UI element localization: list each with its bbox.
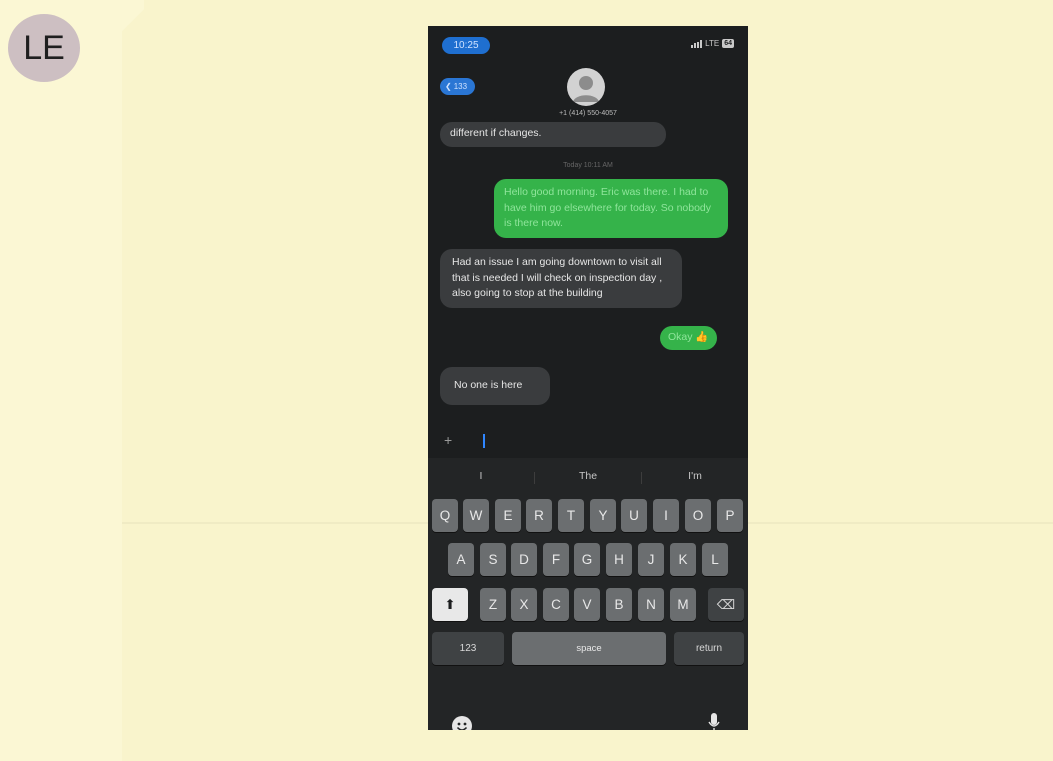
key-t[interactable]: T: [558, 499, 584, 532]
predictive-text-bar: I The I'm: [428, 464, 748, 490]
key-b[interactable]: B: [606, 588, 632, 621]
phone-screenshot: 10:25 LTE 64 ❮ 133 +1 (414) 550-4057 dif…: [428, 26, 748, 730]
key-m[interactable]: M: [670, 588, 696, 621]
back-count: 133: [453, 82, 468, 91]
key-e[interactable]: E: [495, 499, 521, 532]
battery-icon: 64: [722, 39, 734, 48]
back-button[interactable]: ❮ 133: [440, 78, 476, 95]
message-thread[interactable]: different if changes. Today 10:11 AM Hel…: [428, 122, 748, 440]
key-y[interactable]: Y: [590, 499, 616, 532]
message-bubble-outgoing[interactable]: Okay 👍: [660, 326, 717, 350]
numbers-key[interactable]: 123: [432, 632, 504, 665]
message-bubble-incoming[interactable]: Had an issue I am going downtown to visi…: [440, 249, 682, 308]
key-c[interactable]: C: [543, 588, 569, 621]
message-timestamp: Today 10:11 AM: [563, 162, 613, 169]
exhibit-badge: LE: [8, 14, 80, 82]
signal-icon: [691, 39, 703, 48]
key-x[interactable]: X: [511, 588, 537, 621]
key-u[interactable]: U: [621, 499, 647, 532]
key-v[interactable]: V: [574, 588, 600, 621]
shift-icon: ⬆: [444, 596, 456, 612]
contact-number[interactable]: +1 (414) 550-4057: [428, 110, 748, 117]
message-input[interactable]: [483, 434, 485, 448]
contact-avatar[interactable]: [567, 68, 605, 106]
microphone-icon[interactable]: [708, 712, 720, 730]
message-bubble-incoming[interactable]: different if changes.: [440, 122, 666, 147]
key-f[interactable]: F: [543, 543, 569, 576]
key-s[interactable]: S: [480, 543, 506, 576]
plus-icon[interactable]: +: [444, 432, 452, 448]
key-h[interactable]: H: [606, 543, 632, 576]
shift-key[interactable]: ⬆: [432, 588, 468, 621]
key-k[interactable]: K: [670, 543, 696, 576]
network-label: LTE: [705, 39, 720, 48]
key-d[interactable]: D: [511, 543, 537, 576]
key-n[interactable]: N: [638, 588, 664, 621]
key-l[interactable]: L: [702, 543, 728, 576]
key-i[interactable]: I: [653, 499, 679, 532]
key-g[interactable]: G: [574, 543, 600, 576]
suggestion[interactable]: I: [428, 470, 534, 482]
key-r[interactable]: R: [526, 499, 552, 532]
chevron-left-icon: ❮: [445, 82, 452, 91]
delete-key[interactable]: ⌫: [708, 588, 744, 621]
key-j[interactable]: J: [638, 543, 664, 576]
backspace-icon: ⌫: [716, 596, 736, 612]
key-q[interactable]: Q: [432, 499, 458, 532]
key-a[interactable]: A: [448, 543, 474, 576]
return-key[interactable]: return: [674, 632, 744, 665]
space-bar[interactable]: space: [512, 632, 666, 665]
status-time[interactable]: 10:25: [442, 37, 490, 54]
status-icons: LTE 64: [691, 39, 734, 48]
key-w[interactable]: W: [463, 499, 489, 532]
key-p[interactable]: P: [717, 499, 743, 532]
message-bubble-outgoing[interactable]: Hello good morning. Eric was there. I ha…: [494, 179, 728, 238]
status-bar: 10:25 LTE 64: [428, 26, 748, 66]
person-icon: [573, 76, 599, 102]
suggestion[interactable]: I'm: [642, 470, 748, 482]
keyboard: I The I'm Q W E R T Y U I O P A S D F G …: [428, 458, 748, 730]
compose-bar[interactable]: +: [428, 430, 748, 456]
suggestion[interactable]: The: [535, 470, 641, 482]
key-z[interactable]: Z: [480, 588, 506, 621]
emoji-icon[interactable]: [452, 716, 472, 730]
smiley-face-icon: [456, 722, 468, 730]
key-o[interactable]: O: [685, 499, 711, 532]
message-bubble-incoming[interactable]: No one is here: [440, 367, 550, 405]
